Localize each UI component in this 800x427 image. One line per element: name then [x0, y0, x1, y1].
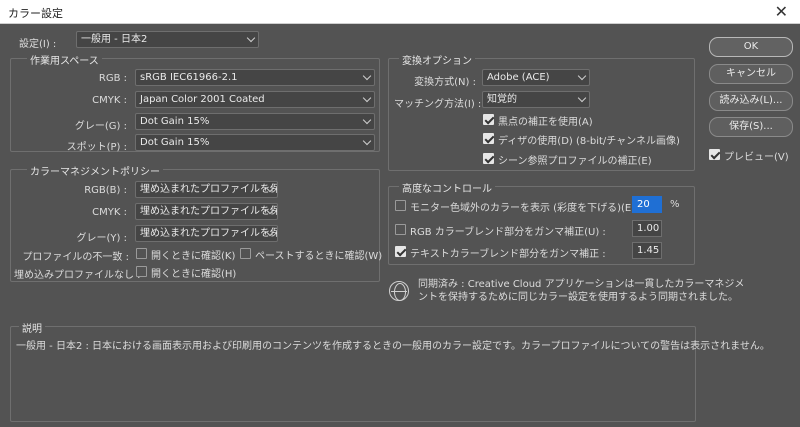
close-icon[interactable]: ✕	[775, 2, 788, 21]
chevron-down-icon	[362, 115, 372, 125]
mismatch-label: プロファイルの不一致 :	[22, 252, 129, 263]
preview-checkbox[interactable]	[709, 149, 720, 160]
window-title: カラー設定	[8, 7, 63, 20]
policy-rgb-label: RGB(B) :	[84, 185, 127, 196]
policy-gray-label: グレー(Y) :	[76, 233, 127, 244]
sync-line-2: ントを保持するために同じカラー設定を使用するよう同期されました。	[418, 292, 738, 303]
preview-label: プレビュー(V)	[724, 152, 789, 163]
missing-open-checkbox[interactable]	[136, 266, 147, 277]
title-bar: カラー設定 ✕	[0, 0, 800, 24]
rgb-gamma-input[interactable]: 1.00	[632, 220, 662, 237]
black-point-checkbox[interactable]	[483, 114, 494, 125]
rgb-gamma-label: RGB カラーブレンド部分をガンマ補正(U) :	[410, 227, 606, 238]
mismatch-paste-checkbox[interactable]	[240, 248, 251, 259]
mismatch-open-label: 開くときに確認(K)	[151, 251, 236, 262]
cancel-button[interactable]: キャンセル	[709, 64, 793, 84]
desaturate-unit: %	[670, 199, 680, 210]
intent-value: 知覚的	[487, 94, 517, 105]
engine-value: Adobe (ACE)	[487, 72, 550, 83]
dither-label: ディザの使用(D) (8-bit/チャンネル画像)	[498, 136, 680, 147]
chevron-down-icon	[577, 93, 587, 103]
description-title: 説明	[19, 320, 45, 335]
policy-cmyk-value: 埋め込まれたプロファイルを保持	[140, 206, 278, 217]
spot-label: スポット(P) :	[66, 142, 127, 153]
spot-value: Dot Gain 15%	[140, 137, 210, 148]
rgb-gamma-checkbox[interactable]	[395, 224, 406, 235]
mismatch-open-checkbox[interactable]	[136, 248, 147, 259]
policy-cmyk-select[interactable]: 埋め込まれたプロファイルを保持	[135, 203, 278, 220]
settings-select[interactable]: 一般用 - 日本2	[76, 31, 259, 48]
engine-label: 変換方式(N) :	[414, 77, 476, 88]
chevron-down-icon	[362, 93, 372, 103]
rgb-label: RGB :	[98, 73, 127, 84]
cmyk-select[interactable]: Japan Color 2001 Coated	[135, 91, 375, 108]
missing-open-label: 開くときに確認(H)	[151, 269, 237, 280]
black-point-label: 黒点の補正を使用(A)	[498, 117, 593, 128]
gray-select[interactable]: Dot Gain 15%	[135, 113, 375, 130]
chevron-down-icon	[362, 71, 372, 81]
dither-checkbox[interactable]	[483, 133, 494, 144]
advanced-title: 高度なコントロール	[399, 180, 495, 195]
load-button[interactable]: 読み込み(L)...	[709, 91, 793, 111]
rgb-value: sRGB IEC61966-2.1	[140, 72, 238, 83]
desaturate-label: モニター色域外のカラーを表示 (彩度を下げる)(E) :	[410, 203, 642, 214]
cmyk-value: Japan Color 2001 Coated	[140, 94, 265, 105]
policy-title: カラーマネジメントポリシー	[27, 163, 163, 178]
gray-value: Dot Gain 15%	[140, 116, 210, 127]
intent-select[interactable]: 知覚的	[482, 91, 590, 108]
chevron-down-icon	[246, 33, 256, 43]
policy-gray-select[interactable]: 埋め込まれたプロファイルを保持	[135, 225, 278, 242]
mismatch-paste-label: ペーストするときに確認(W)	[255, 251, 383, 262]
globe-sync-icon	[389, 281, 409, 301]
desaturate-checkbox[interactable]	[395, 200, 406, 211]
text-gamma-label: テキストカラーブレンド部分をガンマ補正 :	[410, 249, 606, 260]
scene-profile-checkbox[interactable]	[483, 153, 494, 164]
save-button[interactable]: 保存(S)...	[709, 117, 793, 137]
policy-rgb-value: 埋め込まれたプロファイルを保持	[140, 184, 278, 195]
intent-label: マッチング方法(I) :	[394, 99, 482, 110]
description-text: 一般用 - 日本2 : 日本における画面表示用および印刷用のコンテンツを作成する…	[16, 341, 770, 352]
conversion-title: 変換オプション	[399, 52, 475, 67]
policy-rgb-select[interactable]: 埋め込まれたプロファイルを保持	[135, 181, 278, 198]
missing-label: 埋め込みプロファイルなし :	[14, 270, 141, 281]
settings-label: 設定(I) :	[19, 39, 57, 50]
engine-select[interactable]: Adobe (ACE)	[482, 69, 590, 86]
cmyk-label: CMYK :	[92, 95, 127, 106]
text-gamma-input[interactable]: 1.45	[632, 242, 662, 259]
gray-label: グレー(G) :	[74, 121, 127, 132]
text-gamma-checkbox[interactable]	[395, 246, 406, 257]
scene-profile-label: シーン参照プロファイルの補正(E)	[498, 156, 652, 167]
chevron-down-icon	[362, 136, 372, 146]
chevron-down-icon	[577, 71, 587, 81]
ok-button[interactable]: OK	[709, 37, 793, 57]
working-spaces-title: 作業用スペース	[27, 52, 102, 67]
policy-cmyk-label: CMYK :	[92, 207, 127, 218]
rgb-select[interactable]: sRGB IEC61966-2.1	[135, 69, 375, 86]
spot-select[interactable]: Dot Gain 15%	[135, 134, 375, 151]
policy-gray-value: 埋め込まれたプロファイルを保持	[140, 228, 278, 239]
desaturate-input[interactable]: 20	[632, 196, 662, 213]
settings-value: 一般用 - 日本2	[81, 34, 148, 45]
